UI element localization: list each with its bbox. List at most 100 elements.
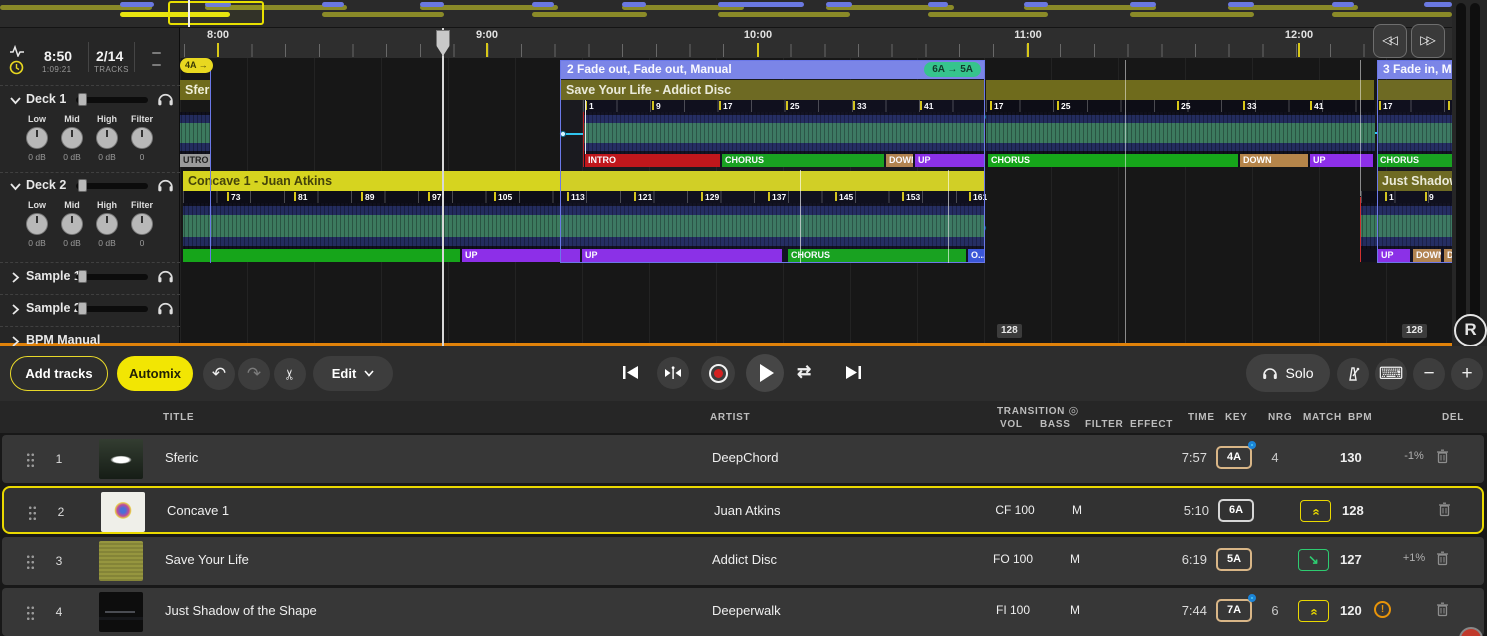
minimap-transition-bar[interactable]: [718, 2, 804, 7]
automix-button[interactable]: Automix: [117, 356, 193, 391]
slider-thumb[interactable]: [78, 93, 87, 106]
col-time[interactable]: TIME: [1188, 412, 1215, 423]
skip-to-start-button[interactable]: [622, 365, 639, 380]
knob-high[interactable]: High0 dB: [89, 200, 125, 248]
col-effect[interactable]: EFFECT: [1130, 419, 1173, 430]
match-button-down[interactable]: ↘: [1298, 549, 1329, 571]
col-del[interactable]: DEL: [1442, 412, 1464, 423]
delete-track-button[interactable]: [1436, 602, 1449, 622]
minimap-transition-bar[interactable]: [826, 2, 852, 7]
section-chip-utro[interactable]: UTRO: [180, 154, 211, 167]
knob-filter[interactable]: Filter0: [124, 200, 160, 248]
minimap-transition-bar[interactable]: [1130, 2, 1156, 7]
table-row[interactable]: 4Just Shadow of the ShapeDeeperwalkFI 10…: [2, 588, 1484, 636]
section-chip-unlabeled[interactable]: [183, 249, 460, 262]
col-filter[interactable]: FILTER: [1085, 419, 1123, 430]
skip-to-end-button[interactable]: [845, 365, 862, 380]
table-row[interactable]: 2Concave 1Juan AtkinsCF 100M5:106A»128: [2, 486, 1484, 534]
drag-handle[interactable]: [26, 605, 35, 620]
minimap-viewport[interactable]: [168, 1, 264, 25]
knob-dial[interactable]: [61, 213, 83, 235]
knob-low[interactable]: Low0 dB: [19, 200, 55, 248]
knob-dial[interactable]: [26, 127, 48, 149]
knob-filter[interactable]: Filter0: [124, 114, 160, 162]
clip-title[interactable]: [986, 80, 1374, 100]
knob-high[interactable]: High0 dB: [89, 114, 125, 162]
knob-dial[interactable]: [96, 127, 118, 149]
scrollbar-track[interactable]: [1456, 3, 1466, 330]
col-match[interactable]: MATCH: [1303, 412, 1342, 423]
transition-vol[interactable]: FI 100: [987, 603, 1039, 617]
minimap-transition-bar[interactable]: [928, 2, 948, 7]
minimap-transition-bar[interactable]: [1332, 2, 1354, 7]
drag-handle[interactable]: [26, 554, 35, 569]
chevron-right-icon[interactable]: [10, 304, 21, 315]
transition-bass[interactable]: M: [1062, 603, 1088, 617]
col-key[interactable]: KEY: [1225, 412, 1248, 423]
knob-mid[interactable]: Mid0 dB: [54, 200, 90, 248]
play-button[interactable]: [746, 354, 784, 392]
delete-track-button[interactable]: [1436, 449, 1449, 469]
col-bpm[interactable]: BPM: [1348, 412, 1372, 423]
transition-vol[interactable]: CF 100: [989, 503, 1041, 517]
volume-slider[interactable]: [76, 274, 148, 280]
table-row[interactable]: 3Save Your LifeAddict DiscFO 100M6:195A↘…: [2, 537, 1484, 585]
key-badge[interactable]: 5A: [1216, 548, 1252, 571]
minimap-transition-bar[interactable]: [1024, 2, 1048, 7]
sidebar-section-deck-2[interactable]: Deck 2: [0, 174, 180, 198]
col-vol[interactable]: VOL: [1000, 419, 1023, 430]
minimap-transition-bar[interactable]: [1424, 2, 1452, 7]
volume-slider[interactable]: [76, 97, 148, 103]
transition-selection-box[interactable]: [1377, 60, 1452, 263]
zoom-out-button[interactable]: −: [1413, 358, 1445, 390]
scrollbar-track[interactable]: [1470, 3, 1480, 330]
minimap-track-bar[interactable]: [532, 12, 647, 17]
knob-dial[interactable]: [131, 213, 153, 235]
knob-dial[interactable]: [61, 127, 83, 149]
section-chip-up[interactable]: UP: [1310, 154, 1373, 167]
metronome-button[interactable]: [1337, 358, 1369, 390]
section-chip-down[interactable]: DOWN: [1240, 154, 1308, 167]
col-transition[interactable]: TRANSITION ◎: [997, 404, 1079, 417]
sidebar-section-sample-1[interactable]: Sample 1: [0, 265, 180, 289]
fast-forward-button[interactable]: ▷▷: [1411, 24, 1445, 58]
headphones-icon[interactable]: [157, 268, 174, 284]
clip-title[interactable]: Sfer: [180, 80, 211, 100]
knob-low[interactable]: Low0 dB: [19, 114, 55, 162]
minimap-transition-bar[interactable]: [420, 2, 444, 7]
slider-thumb[interactable]: [78, 302, 87, 315]
loop-button[interactable]: ⇄: [797, 362, 811, 382]
undo-button[interactable]: ↶: [203, 358, 235, 390]
sidebar-section-sample-2[interactable]: Sample 2: [0, 297, 180, 321]
solo-button[interactable]: Solo: [1246, 354, 1330, 392]
minimap-track-bar[interactable]: [928, 12, 1048, 17]
transition-selection-box[interactable]: [560, 60, 985, 263]
collapsed-handle[interactable]: [152, 52, 161, 54]
knob-mid[interactable]: Mid0 dB: [54, 114, 90, 162]
minimap-track-bar[interactable]: [322, 12, 444, 17]
table-row[interactable]: 1SfericDeepChord7:574A4130-1%: [2, 435, 1484, 483]
add-tracks-button[interactable]: Add tracks: [10, 356, 108, 391]
minimap-track-bar[interactable]: [1130, 12, 1254, 17]
minimap-track-bar[interactable]: [1332, 12, 1452, 17]
knob-dial[interactable]: [131, 127, 153, 149]
match-button-up[interactable]: »: [1300, 500, 1331, 522]
transition-bass[interactable]: M: [1062, 552, 1088, 566]
waveform[interactable]: [180, 112, 211, 154]
volume-slider[interactable]: [76, 183, 148, 189]
collapse-timeline-button[interactable]: [657, 357, 689, 389]
sidebar-section-deck-1[interactable]: Deck 1: [0, 88, 180, 112]
slider-thumb[interactable]: [78, 179, 87, 192]
knob-dial[interactable]: [26, 213, 48, 235]
minimap[interactable]: [0, 0, 1452, 28]
headphones-icon[interactable]: [157, 177, 174, 193]
redo-button[interactable]: ↷: [238, 358, 270, 390]
chevron-down-icon[interactable]: [10, 181, 21, 192]
headphones-icon[interactable]: [157, 91, 174, 107]
chevron-down-icon[interactable]: [10, 95, 21, 106]
drag-handle[interactable]: [26, 452, 35, 467]
col-bass[interactable]: BASS: [1040, 419, 1071, 430]
collapsed-handle[interactable]: [152, 64, 161, 66]
vertical-scrollbar-area[interactable]: [1452, 0, 1487, 347]
keyboard-shortcuts-button[interactable]: ⌨: [1375, 358, 1407, 390]
